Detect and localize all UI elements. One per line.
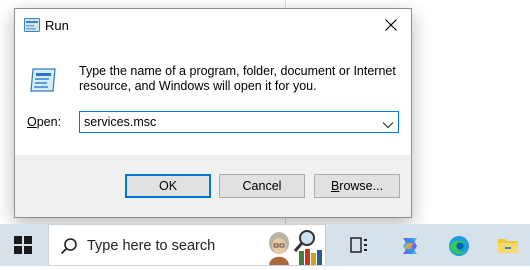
dialog-title: Run	[45, 18, 69, 33]
search-highlight-illustration	[261, 227, 325, 265]
run-dialog: Run Type the name of a program, folder, …	[14, 8, 412, 218]
description-line-1: Type the name of a program, folder, docu…	[79, 64, 396, 78]
open-label-text: pen:	[36, 115, 62, 129]
title-bar[interactable]: Run	[15, 9, 411, 41]
description-line-2: resource, and Windows will open it for y…	[79, 79, 317, 93]
taskbar-search-box[interactable]: Type here to search	[48, 224, 326, 266]
open-input[interactable]	[80, 112, 374, 132]
browse-button-label: rowse...	[339, 179, 384, 193]
open-combobox[interactable]	[79, 111, 399, 133]
chevron-down-icon[interactable]	[382, 117, 394, 129]
copilot-button[interactable]	[389, 224, 429, 266]
edge-icon	[449, 236, 469, 256]
dialog-description: Type the name of a program, folder, docu…	[79, 64, 399, 94]
search-placeholder: Type here to search	[87, 238, 216, 254]
close-icon	[385, 19, 397, 31]
cancel-button-label: Cancel	[242, 179, 282, 193]
copilot-icon	[403, 238, 417, 254]
file-explorer-button[interactable]	[487, 224, 527, 266]
close-button[interactable]	[371, 9, 411, 41]
open-label-mnemonic: O	[27, 115, 37, 129]
edge-button[interactable]	[438, 224, 478, 266]
cancel-button[interactable]: Cancel	[219, 174, 305, 198]
start-button[interactable]	[0, 224, 48, 266]
windows-start-icon	[14, 236, 32, 254]
open-label: Open:	[27, 115, 61, 129]
browse-button[interactable]: Browse...	[314, 174, 400, 198]
run-program-icon	[27, 65, 59, 97]
ok-button[interactable]: OK	[125, 174, 211, 198]
task-view-icon	[350, 237, 367, 253]
file-explorer-icon	[498, 239, 518, 253]
taskbar: Type here to search	[0, 224, 530, 266]
run-app-icon	[24, 18, 40, 32]
ok-button-label: OK	[158, 179, 178, 193]
search-icon	[60, 237, 78, 255]
browse-mnemonic: B	[330, 179, 340, 193]
task-view-button[interactable]	[340, 224, 380, 266]
